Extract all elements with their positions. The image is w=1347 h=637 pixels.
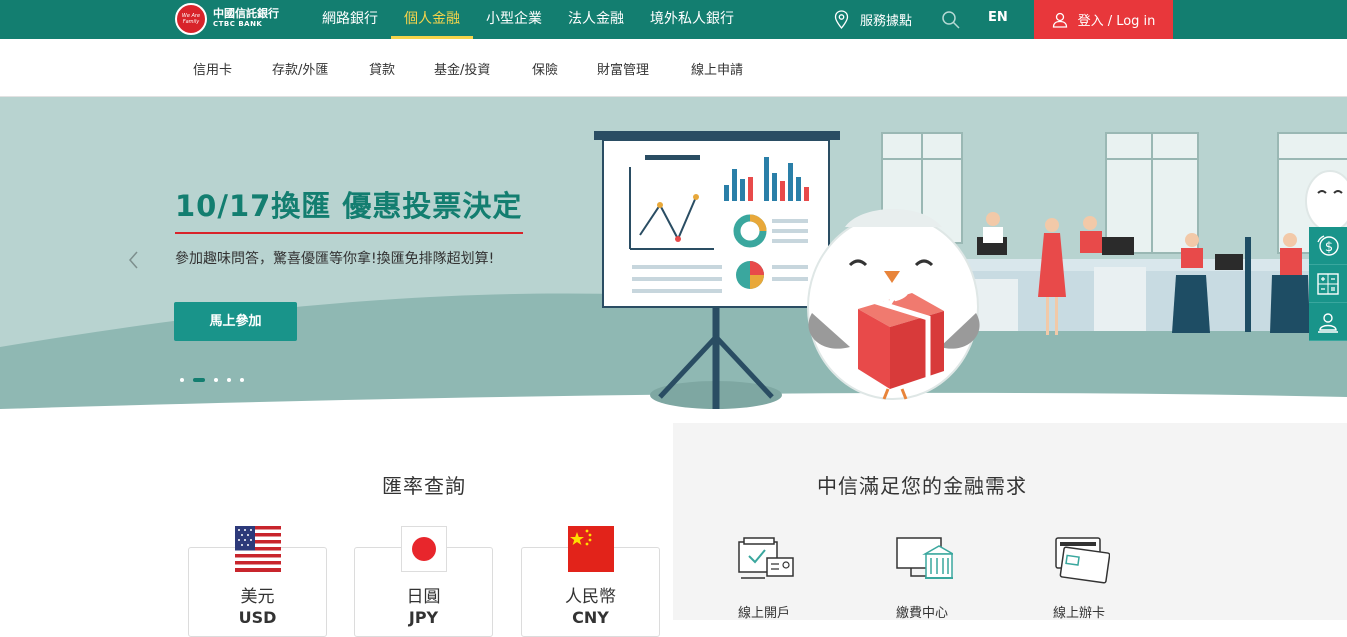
- subnav-credit-card[interactable]: 信用卡: [193, 59, 232, 78]
- hero-banner: 10/17換匯 優惠投票決定 參加趣味問答，驚喜優匯等你拿!換匯免排隊超划算! …: [0, 97, 1347, 423]
- exchange-title: 匯率查詢: [382, 474, 466, 498]
- banner-subtitle: 參加趣味問答，驚喜優匯等你拿!換匯免排隊超划算!: [175, 251, 495, 267]
- service-locations-label: 服務據點: [860, 14, 913, 29]
- language-toggle[interactable]: EN: [988, 0, 1008, 36]
- carousel-dot[interactable]: [240, 378, 244, 382]
- calculator-icon: [1317, 272, 1339, 295]
- services-title: 中信滿足您的金融需求: [817, 474, 1027, 498]
- subnav-deposit-fx[interactable]: 存款/外匯: [272, 59, 328, 78]
- login-label: 登入 / Log in: [1077, 14, 1156, 29]
- logo-en: CTBC BANK: [213, 20, 263, 28]
- mainnav-online-banking[interactable]: 網路銀行: [309, 0, 391, 39]
- ctbc-logo[interactable]: We Are Family 中國信託銀行 CTBC BANK: [175, 3, 279, 35]
- mainnav-personal[interactable]: 個人金融: [391, 0, 473, 39]
- svg-text:$: $: [1325, 240, 1333, 255]
- subnav-online-apply[interactable]: 線上申請: [691, 59, 743, 78]
- jp-flag-icon: [401, 526, 447, 572]
- main-nav: 網路銀行 個人金融 小型企業 法人金融 境外私人銀行: [309, 0, 747, 39]
- login-button[interactable]: 登入 / Log in: [1034, 0, 1173, 39]
- carousel-dot[interactable]: [214, 378, 218, 382]
- currency-code: USD: [238, 608, 277, 627]
- service-locations-link[interactable]: 服務據點: [834, 0, 912, 39]
- mainnav-corporate[interactable]: 法人金融: [555, 0, 637, 39]
- services-panel: [673, 423, 1347, 620]
- account-open-icon[interactable]: [737, 536, 795, 584]
- currency-name: 美元: [240, 587, 275, 607]
- carousel-dots: [180, 378, 253, 382]
- carousel-dot[interactable]: [180, 378, 184, 382]
- sub-nav: 信用卡 存款/外匯 貸款 基金/投資 保險 財富管理 線上申請: [0, 39, 1347, 97]
- subnav-insurance[interactable]: 保險: [532, 59, 558, 78]
- carousel-dot[interactable]: [227, 378, 231, 382]
- banner-cta-button[interactable]: 馬上參加: [174, 302, 297, 341]
- banner-title: 10/17換匯 優惠投票決定: [175, 189, 523, 223]
- chevron-left-icon[interactable]: [126, 249, 140, 271]
- service-label[interactable]: 繳費中心: [896, 602, 948, 621]
- card-apply-icon[interactable]: [1052, 536, 1110, 584]
- mainnav-small-business[interactable]: 小型企業: [473, 0, 555, 39]
- cn-flag-icon: [568, 526, 614, 572]
- currency-code: CNY: [572, 608, 609, 627]
- currency-name: 人民幣: [565, 587, 616, 607]
- payment-center-icon[interactable]: [895, 536, 953, 584]
- us-flag-icon: [235, 526, 281, 572]
- search-icon[interactable]: [940, 9, 962, 31]
- logo-badge-icon: We Are Family: [175, 3, 207, 35]
- subnav-loans[interactable]: 貸款: [369, 59, 395, 78]
- subnav-wealth[interactable]: 財富管理: [597, 59, 649, 78]
- service-label[interactable]: 線上開戶: [738, 602, 790, 621]
- location-pin-icon: [834, 10, 849, 29]
- top-bar: We Are Family 中國信託銀行 CTBC BANK 網路銀行 個人金融…: [0, 0, 1347, 39]
- currency-name: 日圓: [406, 587, 441, 607]
- side-toolbar: $: [1309, 227, 1347, 341]
- user-icon: [1052, 12, 1067, 28]
- mainnav-private-banking[interactable]: 境外私人銀行: [637, 0, 747, 39]
- calculator-tool[interactable]: [1309, 265, 1347, 303]
- logo-zh: 中國信託銀行: [213, 7, 279, 20]
- carousel-dot-active[interactable]: [193, 378, 205, 382]
- currency-code: JPY: [408, 608, 439, 627]
- currency-icon: $: [1317, 234, 1339, 256]
- banner-title-underline: [175, 232, 523, 234]
- advisor-tool[interactable]: [1309, 303, 1347, 341]
- service-label[interactable]: 線上辦卡: [1053, 602, 1105, 621]
- advisor-icon: [1318, 312, 1338, 333]
- currency-tool[interactable]: $: [1309, 227, 1347, 265]
- subnav-funds[interactable]: 基金/投資: [434, 59, 490, 78]
- logo-text: 中國信託銀行 CTBC BANK: [213, 8, 279, 30]
